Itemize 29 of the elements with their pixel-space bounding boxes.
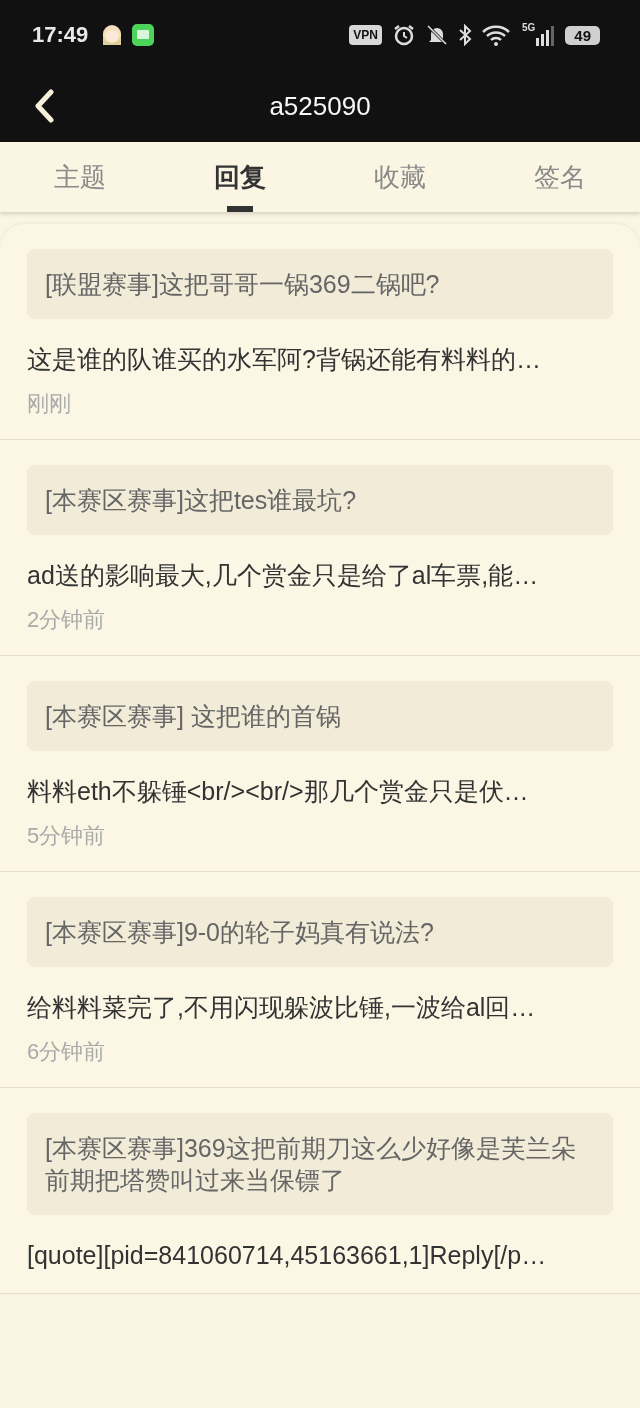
wifi-icon	[481, 24, 512, 46]
reply-time: 刚刚	[27, 390, 72, 418]
vpn-badge: VPN	[349, 25, 382, 45]
reply-text[interactable]: ad送的影响最大,几个赏金只是给了al车票,能…	[27, 557, 613, 593]
bell-off-icon	[425, 24, 448, 46]
signal-icon	[535, 24, 556, 46]
topic-title[interactable]: [本赛区赛事] 这把谁的首锅	[27, 681, 613, 751]
topic-title[interactable]: [本赛区赛事]9-0的轮子妈真有说法?	[27, 897, 613, 967]
reply-time: 5分钟前	[27, 822, 107, 850]
header-title: a525090	[269, 90, 371, 122]
reply-time: 6分钟前	[27, 1038, 107, 1066]
battery-indicator: 49	[565, 25, 600, 45]
status-time: 17:49	[32, 22, 89, 48]
reply-text[interactable]: 给料料菜完了,不用闪现躲波比锤,一波给al回…	[27, 989, 613, 1025]
tab[interactable]: 收藏	[320, 142, 480, 212]
back-icon[interactable]	[33, 89, 55, 123]
topic-title[interactable]: [联盟赛事]这把哥哥一锅369二锅吧?	[27, 249, 613, 319]
message-icon	[132, 24, 155, 46]
tab[interactable]: 签名	[480, 142, 640, 212]
reply-text[interactable]: 料料eth不躲锤<br/><br/>那几个赏金只是伏…	[27, 773, 613, 809]
bluetooth-icon	[457, 24, 472, 46]
topic-title[interactable]: [本赛区赛事]369这把前期刀这么少好像是芙兰朵前期把塔赞叫过来当保镖了	[27, 1113, 613, 1215]
network-label: 5G	[521, 22, 536, 33]
tab[interactable]: 主题	[0, 142, 160, 212]
reply-time: 2分钟前	[27, 606, 107, 634]
reply-text[interactable]: 这是谁的队谁买的水军阿?背锅还能有料料的…	[27, 341, 613, 377]
reply-text[interactable]: [quote][pid=841060714,45163661,1]Reply[/p…	[27, 1237, 613, 1273]
avatar-icon	[102, 24, 123, 46]
topic-title[interactable]: [本赛区赛事]这把tes谁最坑?	[27, 465, 613, 535]
